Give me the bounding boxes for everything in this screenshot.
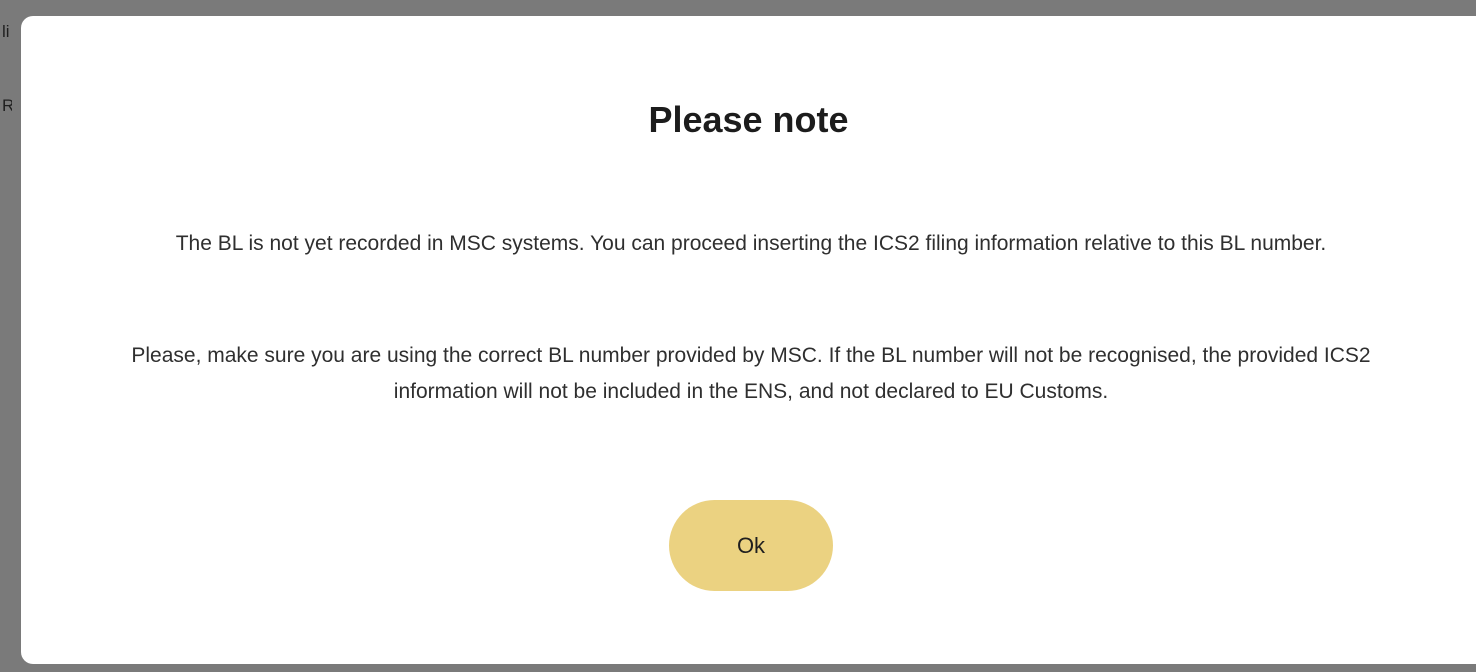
background-text-fragment: R:: [2, 96, 12, 115]
note-dialog: Please note The BL is not yet recorded i…: [21, 16, 1476, 664]
background-text-fragment: li: [2, 22, 10, 41]
dialog-warning: Please, make sure you are using the corr…: [131, 344, 1371, 403]
dialog-message: The BL is not yet recorded in MSC system…: [175, 232, 1327, 255]
ok-button[interactable]: Ok: [669, 500, 833, 591]
dialog-title: Please note: [648, 99, 849, 140]
